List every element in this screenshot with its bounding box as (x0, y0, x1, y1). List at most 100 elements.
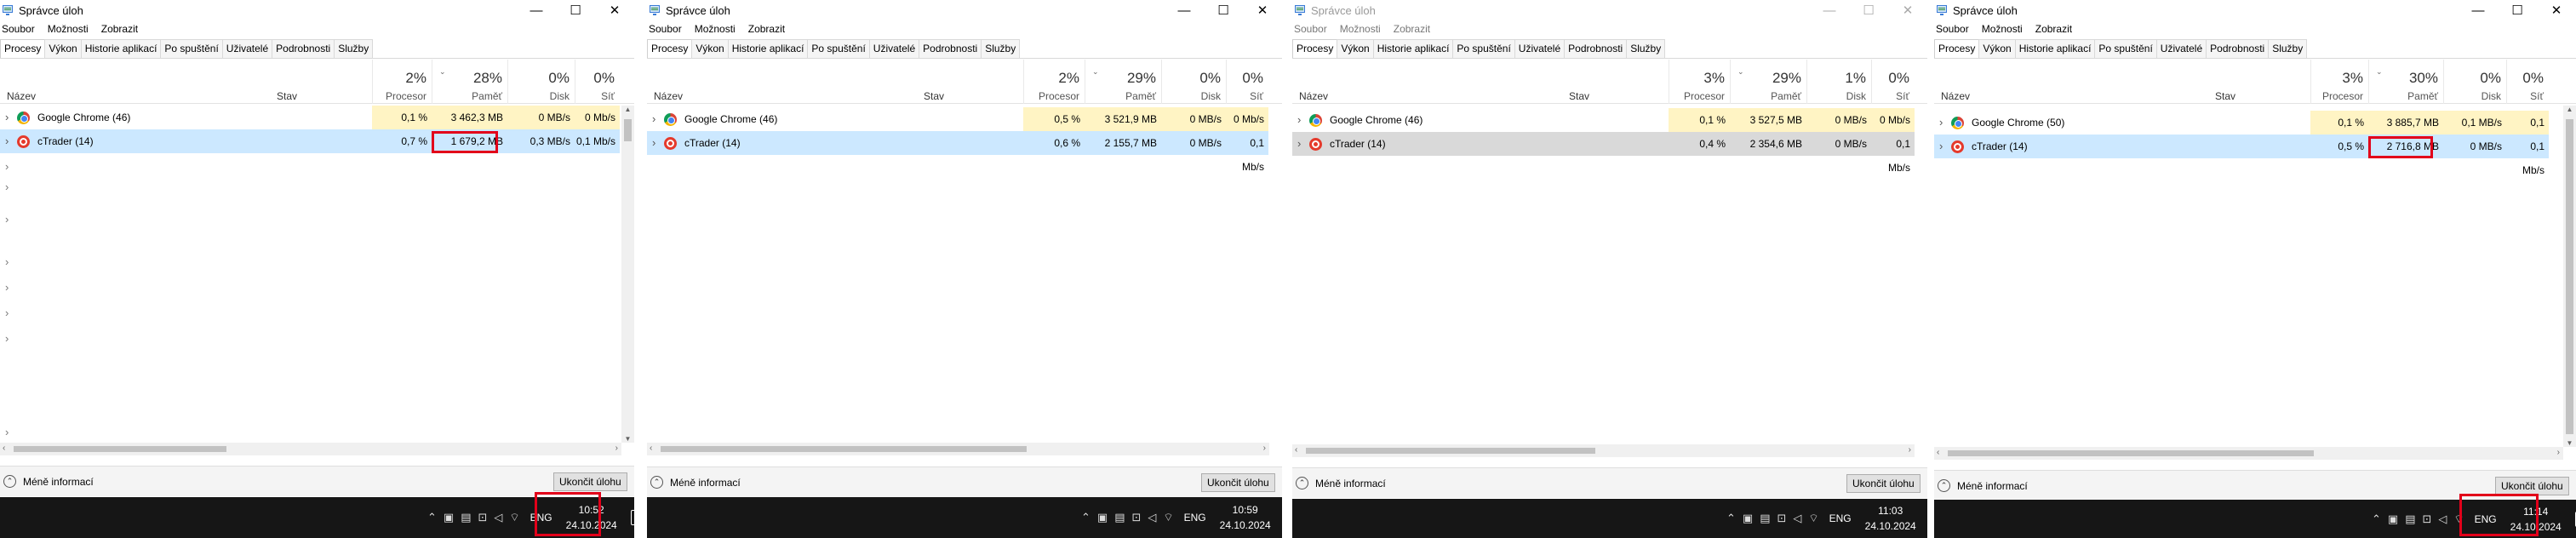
title-bar[interactable]: Správce úloh — ☐ ✕ (0, 0, 634, 20)
expand-chevron-icon[interactable]: › (5, 281, 9, 294)
scroll-left-icon[interactable]: ‹ (3, 444, 5, 453)
scroll-right-icon[interactable]: › (2557, 448, 2560, 457)
chevron-up-icon[interactable]: ⌃ (1081, 511, 1091, 524)
volume-icon[interactable]: ◁ (1793, 512, 1801, 525)
tab-4[interactable]: Uživatelé (1514, 39, 1566, 58)
wifi-icon[interactable]: ⌔ (509, 511, 519, 524)
scroll-left-icon[interactable]: ‹ (650, 444, 652, 453)
h-scroll-thumb[interactable] (1948, 450, 2314, 456)
column-disk[interactable]: 1% Disk (1806, 60, 1871, 104)
end-task-button[interactable]: Ukončit úlohu (1201, 473, 1275, 492)
column-name[interactable]: Název (1941, 90, 1970, 102)
volume-icon[interactable]: ◁ (2438, 512, 2447, 526)
tab-1[interactable]: Výkon (691, 39, 729, 58)
column-cpu[interactable]: 2% Procesor (1023, 60, 1085, 104)
expand-chevron-icon[interactable]: › (5, 255, 9, 268)
end-task-button[interactable]: Ukončit úlohu (2495, 477, 2569, 495)
process-row[interactable]: › cTrader (14) 0,4 % 2 354,6 MB 0 MB/s 0,1 Mb… (1292, 132, 1915, 174)
h-scroll-thumb[interactable] (1306, 448, 1595, 454)
column-status[interactable]: Stav (924, 90, 944, 102)
horizontal-scrollbar[interactable]: ‹ › (1292, 444, 1915, 457)
column-disk[interactable]: 0% Disk (1161, 60, 1226, 104)
close-icon[interactable]: ✕ (1243, 0, 1282, 20)
tab-0[interactable]: Procesy (1292, 39, 1338, 58)
tab-1[interactable]: Výkon (44, 39, 82, 58)
menu-item-0[interactable]: Soubor (1936, 23, 1969, 35)
menu-item-1[interactable]: Možnosti (695, 23, 736, 35)
column-name[interactable]: Název (7, 90, 36, 102)
column-memory[interactable]: ⌄ 30% Paměť (2368, 60, 2443, 104)
close-icon[interactable]: ✕ (2537, 0, 2576, 20)
clock[interactable]: 11:03 24.10.2024 (1865, 503, 1916, 534)
tab-5[interactable]: Podrobnosti (919, 39, 982, 58)
menu-item-2[interactable]: Zobrazit (101, 23, 138, 35)
language-indicator[interactable]: ENG (1829, 512, 1852, 524)
folder-icon[interactable]: ▤ (2405, 512, 2415, 526)
tab-6[interactable]: Služby (334, 39, 374, 58)
minimize-icon[interactable]: — (1165, 0, 1204, 20)
tab-3[interactable]: Po spuštění (807, 39, 870, 58)
chevron-up-icon[interactable]: ⌃ (1726, 512, 1736, 525)
expand-chevron-icon[interactable]: › (5, 332, 9, 345)
expand-chevron-icon[interactable]: › (5, 111, 9, 123)
expand-chevron-icon[interactable]: › (5, 213, 9, 226)
column-network[interactable]: 0% Síť (1226, 60, 1268, 104)
chevron-up-icon[interactable]: ⌃ (427, 511, 437, 524)
horizontal-scrollbar[interactable]: ‹ › (1934, 447, 2563, 460)
vertical-scrollbar[interactable]: ▲ ▼ (2563, 106, 2576, 447)
menu-item-2[interactable]: Zobrazit (1394, 23, 1430, 35)
scroll-thumb[interactable] (624, 119, 632, 141)
scroll-down-icon[interactable]: ▼ (621, 435, 634, 443)
folder-icon[interactable]: ▤ (1114, 511, 1125, 524)
scroll-thumb[interactable] (2566, 119, 2573, 434)
tab-6[interactable]: Služby (1626, 39, 1666, 58)
close-icon[interactable]: ✕ (595, 0, 634, 20)
menu-item-0[interactable]: Soubor (2, 23, 35, 35)
expand-chevron-icon[interactable]: › (5, 180, 9, 193)
scroll-left-icon[interactable]: ‹ (1937, 448, 1939, 457)
maximize-icon[interactable]: ☐ (2498, 0, 2537, 20)
expand-chevron-icon[interactable]: › (1297, 113, 1301, 126)
process-row[interactable]: › Google Chrome (46) 0,5 % 3 521,9 MB 0 MB/s… (647, 107, 1268, 131)
column-disk[interactable]: 0% Disk (507, 60, 575, 104)
column-name[interactable]: Název (654, 90, 683, 102)
process-row[interactable]: › cTrader (14) 0,7 % 1 679,2 MB 0,3 MB/s 0,1 … (0, 129, 620, 153)
clock[interactable]: 10:59 24.10.2024 (1220, 502, 1271, 533)
end-task-button[interactable]: Ukončit úlohu (553, 472, 627, 491)
expand-chevron-icon[interactable]: › (1939, 116, 1943, 129)
expand-chevron-icon[interactable]: › (5, 160, 9, 173)
tab-2[interactable]: Historie aplikací (1372, 39, 1454, 58)
scroll-right-icon[interactable]: › (1263, 444, 1266, 453)
tab-4[interactable]: Uživatelé (868, 39, 920, 58)
expand-chevron-icon[interactable]: › (1939, 140, 1943, 152)
column-memory[interactable]: ⌄ 29% Paměť (1085, 60, 1161, 104)
scroll-right-icon[interactable]: › (1909, 445, 1911, 455)
tab-3[interactable]: Po spuštění (160, 39, 223, 58)
column-status[interactable]: Stav (1569, 90, 1589, 102)
fewer-details-link[interactable]: ⌃ Méně informací (1938, 479, 2028, 492)
minimize-icon[interactable]: — (1810, 0, 1849, 20)
horizontal-scrollbar[interactable]: ‹ › (0, 443, 621, 455)
column-status[interactable]: Stav (2215, 90, 2235, 102)
column-cpu[interactable]: 3% Procesor (2310, 60, 2368, 104)
horizontal-scrollbar[interactable]: ‹ › (647, 443, 1269, 455)
network-icon[interactable]: ⊡ (1132, 511, 1142, 524)
expand-chevron-icon[interactable]: › (5, 306, 9, 319)
scroll-up-icon[interactable]: ▲ (2563, 106, 2576, 113)
tab-2[interactable]: Historie aplikací (727, 39, 809, 58)
expand-chevron-icon[interactable]: › (652, 136, 655, 149)
tab-1[interactable]: Výkon (1337, 39, 1374, 58)
network-icon[interactable]: ⊡ (2423, 512, 2432, 526)
app-tray-icon[interactable]: ▣ (444, 511, 454, 524)
column-network[interactable]: 0% Síť (2506, 60, 2549, 104)
title-bar[interactable]: Správce úloh — ☐ ✕ (1934, 0, 2576, 20)
menu-item-1[interactable]: Možnosti (1982, 23, 2023, 35)
tab-5[interactable]: Podrobnosti (272, 39, 335, 58)
volume-icon[interactable]: ◁ (1148, 511, 1156, 524)
tab-3[interactable]: Po spuštění (1452, 39, 1515, 58)
scroll-down-icon[interactable]: ▼ (2563, 439, 2576, 447)
tab-0[interactable]: Procesy (0, 39, 46, 58)
h-scroll-thumb[interactable] (661, 446, 1027, 452)
minimize-icon[interactable]: — (2459, 0, 2498, 20)
volume-icon[interactable]: ◁ (494, 511, 502, 524)
